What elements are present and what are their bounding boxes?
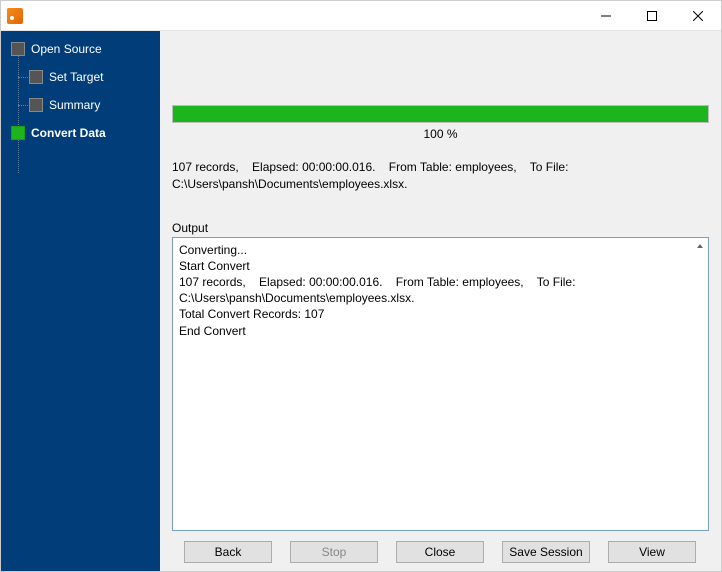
scroll-up-icon[interactable] [694, 240, 706, 252]
progress-percent-label: 100 % [172, 127, 709, 141]
step-icon [29, 70, 43, 84]
output-textarea[interactable]: Converting... Start Convert 107 records,… [172, 237, 709, 531]
progress-fill [173, 106, 708, 122]
sidebar-item-convert-data[interactable]: Convert Data [1, 119, 160, 147]
stop-button: Stop [290, 541, 378, 563]
maximize-button[interactable] [629, 1, 675, 30]
step-icon [11, 42, 25, 56]
button-row: Back Stop Close Save Session View [172, 541, 709, 563]
close-window-button[interactable] [675, 1, 721, 30]
sidebar-item-open-source[interactable]: Open Source [1, 35, 160, 63]
output-label: Output [172, 221, 709, 235]
back-button[interactable]: Back [184, 541, 272, 563]
close-button[interactable]: Close [396, 541, 484, 563]
sidebar-item-summary[interactable]: Summary [1, 91, 160, 119]
output-text: Converting... Start Convert 107 records,… [179, 243, 579, 338]
minimize-button[interactable] [583, 1, 629, 30]
titlebar [1, 1, 721, 31]
view-button[interactable]: View [608, 541, 696, 563]
app-icon [7, 8, 23, 24]
sidebar-item-label: Set Target [49, 70, 103, 84]
sidebar-item-label: Open Source [31, 42, 102, 56]
main-panel: 100 % 107 records, Elapsed: 00:00:00.016… [160, 31, 721, 571]
window-controls [583, 1, 721, 30]
step-icon [29, 98, 43, 112]
progress-bar [172, 105, 709, 123]
status-text: 107 records, Elapsed: 00:00:00.016. From… [172, 159, 709, 193]
sidebar-item-set-target[interactable]: Set Target [1, 63, 160, 91]
sidebar-item-label: Summary [49, 98, 100, 112]
wizard-sidebar: Open Source Set Target Summary Convert D… [1, 31, 160, 571]
progress-area: 100 % [172, 105, 709, 141]
step-icon-active [11, 126, 25, 140]
sidebar-item-label: Convert Data [31, 126, 106, 140]
save-session-button[interactable]: Save Session [502, 541, 590, 563]
